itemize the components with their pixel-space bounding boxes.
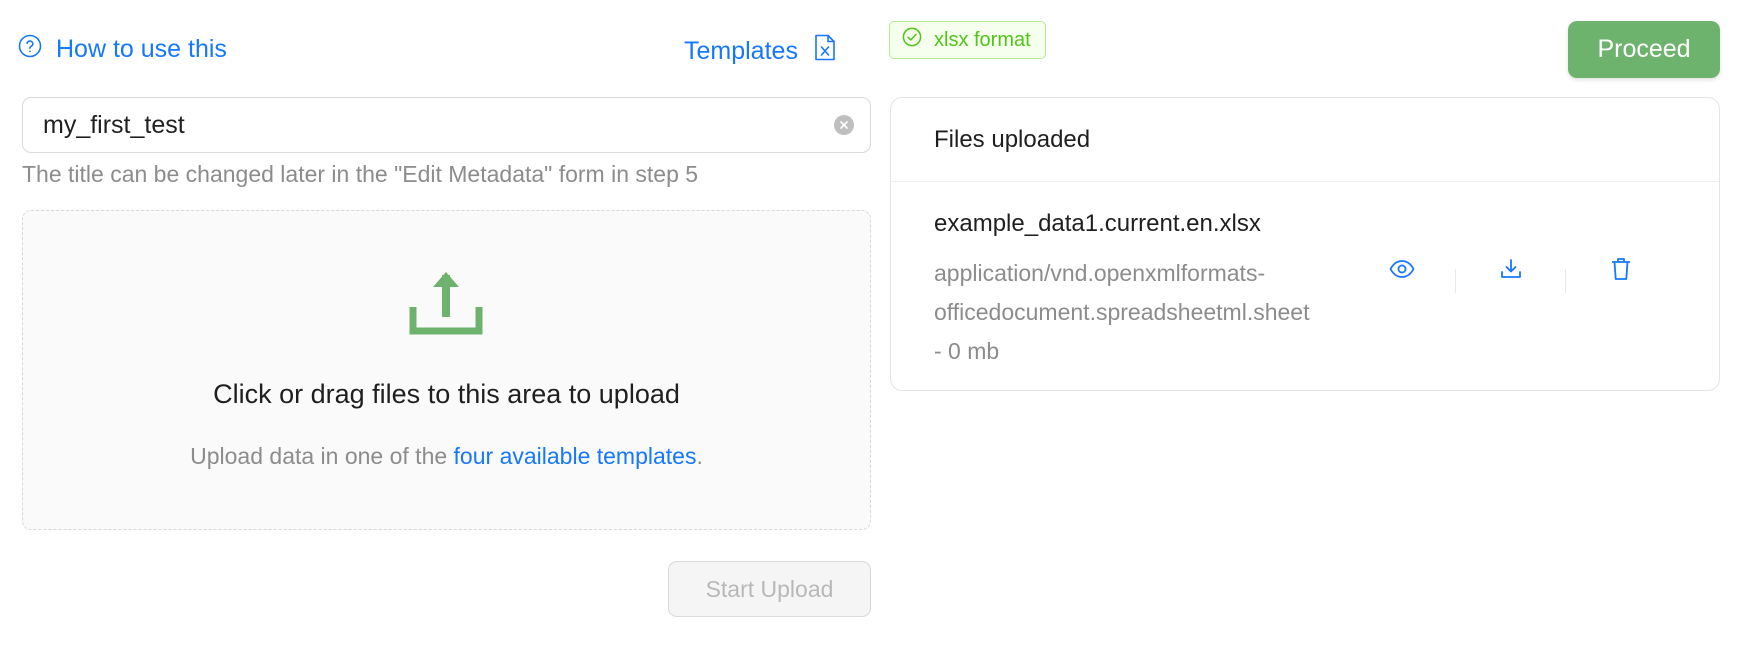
- action-divider: [1565, 269, 1566, 293]
- files-uploaded-card: Files uploaded example_data1.current.en.…: [890, 97, 1720, 391]
- start-upload-button[interactable]: Start Upload: [668, 561, 871, 617]
- download-icon[interactable]: [1498, 256, 1524, 282]
- question-circle-icon: [18, 34, 42, 65]
- proceed-button[interactable]: Proceed: [1568, 21, 1720, 78]
- dropzone-title: Click or drag files to this area to uplo…: [213, 379, 680, 409]
- check-circle-icon: [902, 27, 922, 53]
- dropzone-hint-suffix: .: [696, 443, 703, 469]
- upload-icon: [409, 267, 483, 342]
- title-input[interactable]: [43, 110, 834, 140]
- file-description: application/vnd.openxmlformats-officedoc…: [934, 260, 1310, 364]
- action-divider: [1455, 269, 1456, 293]
- clear-icon[interactable]: [834, 115, 854, 135]
- dropzone-hint-prefix: Upload data in one of the: [190, 443, 454, 469]
- files-uploaded-header: Files uploaded: [891, 98, 1719, 182]
- file-name: example_data1.current.en.xlsx: [934, 210, 1261, 237]
- templates-link-label: Templates: [684, 36, 798, 65]
- delete-icon[interactable]: [1608, 256, 1634, 282]
- templates-link[interactable]: Templates: [684, 34, 836, 68]
- help-link[interactable]: How to use this: [18, 34, 227, 65]
- help-link-label: How to use this: [56, 35, 227, 63]
- eye-icon[interactable]: [1389, 256, 1415, 282]
- title-field[interactable]: [22, 97, 871, 153]
- format-tag-label: xlsx format: [934, 28, 1031, 51]
- file-excel-icon: [814, 34, 836, 68]
- templates-inline-link[interactable]: four available templates: [454, 443, 697, 469]
- upload-dropzone[interactable]: Click or drag files to this area to uplo…: [22, 210, 871, 530]
- dropzone-hint: Upload data in one of the four available…: [23, 443, 870, 470]
- title-hint: The title can be changed later in the "E…: [22, 161, 699, 187]
- format-tag: xlsx format: [889, 21, 1046, 59]
- files-uploaded-title: Files uploaded: [934, 126, 1091, 153]
